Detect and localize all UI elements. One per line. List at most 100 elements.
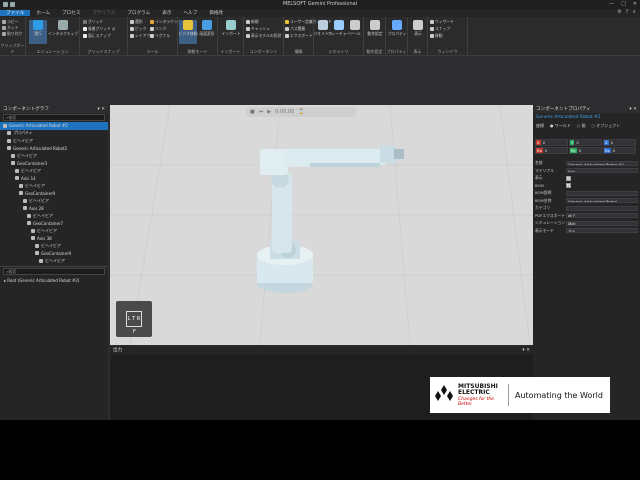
property-checkbox[interactable]: ✓ — [566, 183, 571, 188]
tree-node[interactable]: GeoContainer7 — [0, 220, 108, 228]
signal-tool[interactable]: リグナル — [150, 33, 170, 39]
maximize-button[interactable]: □ — [621, 1, 626, 7]
properties-button[interactable]: プロパティ — [388, 20, 406, 44]
pick-tool[interactable]: ピック — [130, 26, 146, 32]
speed-icon[interactable]: ⌛ — [298, 109, 304, 115]
tree-node[interactable]: Axis 38 — [0, 235, 108, 243]
root-search-input[interactable]: ⌕ 検索 — [3, 268, 105, 275]
geo-tool-button[interactable]: ツール — [346, 20, 364, 44]
menu-help[interactable]: ヘルプ — [177, 10, 203, 16]
settings-icon[interactable]: ⚙ — [617, 9, 621, 15]
root-item[interactable]: ▸ Root (Generic Articulated Robot #2) — [0, 276, 108, 285]
tree-node[interactable]: ビヘイビア — [0, 242, 108, 250]
view-cube-top[interactable]: T — [132, 316, 135, 322]
property-value[interactable]: Generic Articulated Robot #2 — [566, 160, 638, 166]
grid-toggle[interactable]: グリッド — [83, 19, 103, 25]
menu-material[interactable]: マテリアル — [86, 10, 121, 16]
tree-node[interactable]: ビヘイビア — [0, 227, 108, 235]
view-cube-left[interactable]: L — [128, 316, 131, 322]
menu-extra[interactable]: 価格改 — [203, 10, 229, 16]
cache-button[interactable]: キャッシュ — [246, 26, 270, 32]
snap-face-toggle[interactable]: 面にスナップ — [83, 33, 111, 39]
snap-grid-toggle[interactable]: 吸着グリッド ◎ — [83, 26, 115, 32]
move-toggle[interactable]: 移動 — [430, 33, 443, 39]
path-button[interactable]: パス関連 — [285, 26, 305, 32]
property-value[interactable] — [566, 190, 638, 196]
view-cube-right[interactable]: R — [137, 316, 140, 322]
tree-node[interactable]: Axis 28 — [0, 205, 108, 213]
pin-icon[interactable]: ▾ ✕ — [522, 348, 530, 353]
pin-icon[interactable]: ▾ ✕ — [629, 107, 637, 112]
snap-toggle[interactable]: スナップ — [430, 26, 450, 32]
coord-field[interactable]: Ry 0 — [569, 147, 602, 154]
close-button[interactable]: ✕ — [633, 1, 637, 7]
select-tool[interactable]: 選択 — [130, 19, 143, 25]
coord-field[interactable]: Rz 0 — [603, 147, 636, 154]
help-icon[interactable]: ? — [626, 9, 629, 15]
property-value[interactable]: Generic Articulated Robot — [566, 198, 638, 203]
import-button[interactable]: インポート — [222, 20, 241, 44]
property-value[interactable] — [566, 205, 638, 211]
display-model-button[interactable]: 表示モデルの形状 — [246, 33, 281, 39]
tree-node[interactable]: ビヘイビア — [0, 197, 108, 205]
view-cube-front[interactable]: F — [133, 329, 136, 335]
tree-node[interactable]: Generic Articulated Robot2 — [0, 145, 108, 153]
menu-file[interactable]: ファイル — [0, 10, 31, 16]
tree-node-label: ビヘイビア — [13, 137, 33, 143]
wizard-toggle[interactable]: ウィザード — [430, 19, 454, 25]
robot-model[interactable] — [257, 145, 404, 293]
play-icon[interactable]: ▶ — [267, 109, 271, 115]
display-button[interactable]: 表示 — [409, 20, 427, 44]
tree-node[interactable]: プロパティ — [0, 130, 108, 138]
transform-button[interactable]: 画面変形 — [198, 20, 216, 44]
cursor-icon — [130, 20, 134, 24]
signal-icon — [150, 34, 154, 38]
tree-node[interactable]: GeoContainer9 — [0, 190, 108, 198]
menu-home[interactable]: ホーム — [30, 10, 56, 16]
motion-settings-button[interactable]: 動作設定 — [366, 20, 384, 44]
property-value[interactable]: 終了 — [566, 213, 638, 218]
menu-program[interactable]: プログラム — [121, 10, 156, 16]
tree-node[interactable]: ビヘイビア — [0, 137, 108, 145]
property-value[interactable]: 静的 — [566, 220, 638, 226]
ribbon-group-clipboard: コピー カット 貼り付け クリップボード — [0, 17, 26, 56]
coord-parent-radio[interactable]: ○ 親 — [577, 123, 586, 129]
tree-node[interactable]: Axis 14 — [0, 175, 108, 183]
menu-process[interactable]: プロセス — [56, 10, 86, 16]
property-value[interactable]: Null — [566, 168, 638, 173]
tree-node[interactable]: ビヘイビア — [0, 257, 108, 265]
component-search-input[interactable]: ⌕ 検索 — [3, 114, 105, 121]
coord-field[interactable]: Z0 — [603, 139, 636, 146]
interactive-button[interactable]: インタラクティブ — [48, 20, 78, 44]
tree-node[interactable]: ビヘイビア — [0, 152, 108, 160]
tree-node[interactable]: Generic Articulated Robot #2 — [0, 122, 108, 130]
coord-world-radio[interactable]: ● ワールド — [550, 123, 571, 129]
pick-icon — [130, 27, 134, 31]
collapse-icon[interactable]: ∧ — [632, 9, 636, 15]
stop-icon[interactable]: ■ — [250, 109, 255, 115]
menu-view[interactable]: 表示 — [156, 10, 177, 16]
new-button[interactable]: 新規 — [246, 19, 259, 25]
run-button[interactable]: 実行 — [29, 20, 47, 44]
tree-node[interactable]: GeoContainer9 — [0, 250, 108, 258]
3d-viewport[interactable]: ■ ⏮ ▶ 0:00.00 ⌛ L T R F — [110, 105, 533, 345]
rewind-icon[interactable]: ⏮ — [259, 109, 264, 115]
view-cube[interactable]: L T R F — [116, 301, 152, 337]
tree-node[interactable]: GeoContainer3 — [0, 160, 108, 168]
video-move-button[interactable]: ビデオ移動 — [179, 20, 198, 44]
coord-field[interactable]: Y0 — [569, 139, 602, 146]
coord-field[interactable]: Rx 0 — [535, 147, 568, 154]
property-checkbox[interactable]: ✓ — [566, 175, 571, 181]
tree-node[interactable]: ビヘイビア — [0, 167, 108, 175]
coord-field[interactable]: X0 — [535, 139, 568, 146]
tree-node[interactable]: ビヘイビア — [0, 182, 108, 190]
tree-node[interactable]: ビヘイビア — [0, 212, 108, 220]
minimize-button[interactable]: — — [609, 1, 614, 7]
property-value[interactable]: すべ — [566, 228, 638, 233]
paste-button[interactable]: 貼り付け — [2, 31, 22, 37]
link-tool[interactable]: リンク — [150, 26, 166, 32]
build-export-button[interactable]: エクスポート — [285, 33, 313, 39]
coord-object-radio[interactable]: ○ オブジェクト — [592, 123, 621, 129]
import-icon — [226, 20, 236, 30]
pin-icon[interactable]: ▾ ✕ — [97, 107, 105, 112]
